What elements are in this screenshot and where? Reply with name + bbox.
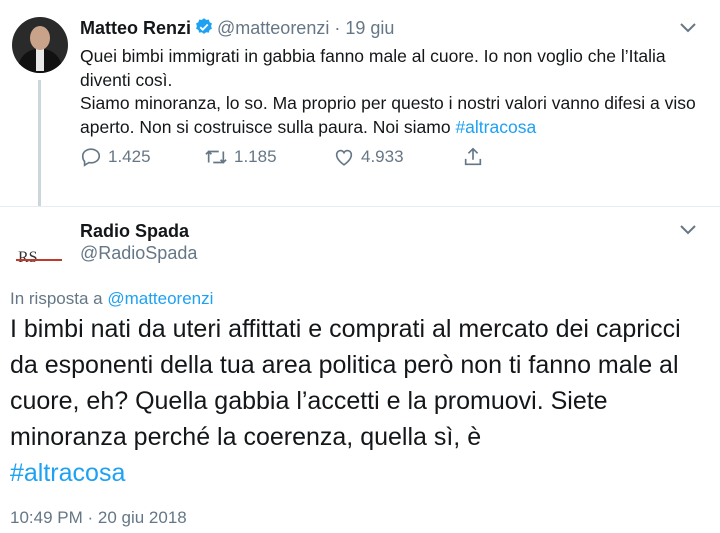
author-name[interactable]: Radio Spada (80, 221, 189, 242)
separator-dot: · (334, 18, 341, 38)
radio-spada-avatar[interactable]: RS (12, 221, 68, 277)
like-count: 4.933 (361, 147, 404, 166)
tweet-header: Matteo Renzi @matteorenzi · 19 giu (80, 17, 394, 42)
author-name[interactable]: Matteo Renzi (80, 18, 191, 38)
tweet-text-line2: Siamo minoranza, lo so. Ma proprio per q… (80, 93, 696, 137)
reply-text-body: I bimbi nati da uteri affittati e compra… (10, 315, 681, 451)
tweet-date[interactable]: 19 giu (345, 18, 394, 38)
matteo-renzi-avatar[interactable] (12, 17, 68, 73)
hashtag-link[interactable]: #altracosa (455, 117, 536, 137)
hashtag-link[interactable]: #altracosa (10, 455, 710, 491)
like-button[interactable]: 4.933 (333, 146, 404, 168)
share-icon (464, 147, 482, 166)
mention-link[interactable]: @matteorenzi (107, 289, 213, 308)
reply-icon (81, 148, 101, 167)
tweet-timestamp[interactable]: 10:49 PM · 20 giu 2018 (10, 508, 187, 528)
retweet-icon (205, 150, 227, 164)
reply-count: 1.425 (108, 147, 151, 166)
share-button[interactable] (462, 146, 490, 168)
retweet-count: 1.185 (234, 147, 277, 166)
verified-badge-icon (194, 17, 214, 42)
heart-icon (335, 149, 353, 166)
retweet-button[interactable]: 1.185 (204, 146, 277, 168)
author-handle[interactable]: @RadioSpada (80, 243, 197, 264)
reply-button[interactable]: 1.425 (80, 146, 151, 168)
chevron-down-icon[interactable] (679, 224, 697, 236)
tweet-text: Quei bimbi immigrati in gabbia fanno mal… (80, 45, 700, 139)
reply-tweet: RS Radio Spada @RadioSpada In risposta a… (0, 207, 720, 533)
tweet-actions: 1.425 1.185 4.933 (80, 146, 500, 170)
reply-text: I bimbi nati da uteri affittati e compra… (10, 311, 710, 491)
author-handle[interactable]: @matteorenzi (217, 18, 329, 38)
original-tweet: Matteo Renzi @matteorenzi · 19 giu Quei b… (0, 0, 720, 206)
thread-connector-line (38, 80, 41, 206)
tweet-text-line1: Quei bimbi immigrati in gabbia fanno mal… (80, 46, 666, 90)
chevron-down-icon[interactable] (679, 22, 697, 34)
reply-context: In risposta a @matteorenzi (10, 289, 214, 308)
